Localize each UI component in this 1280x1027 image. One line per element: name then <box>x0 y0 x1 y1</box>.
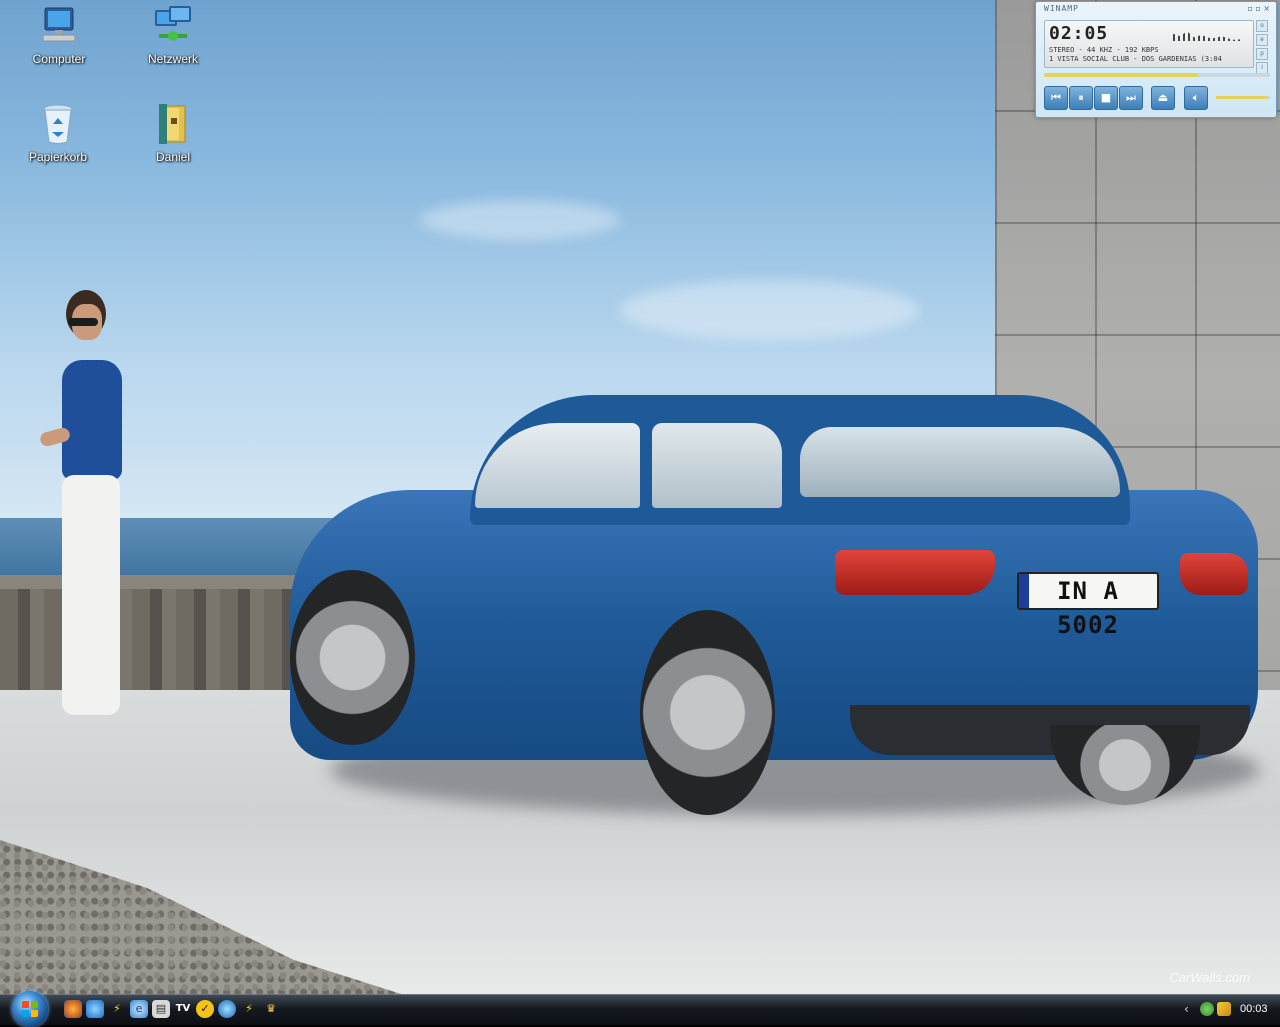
winamp-display: 02:05 STEREO - 44 KHZ - 192 KBPS 1 VISTA… <box>1044 20 1254 68</box>
firefox-icon[interactable] <box>64 1000 82 1018</box>
network-icon <box>155 6 191 41</box>
stream-info: STEREO - 44 KHZ - 192 KBPS <box>1049 46 1159 54</box>
desktop-icon-computer[interactable]: Computer <box>14 4 104 66</box>
cloud <box>620 280 920 340</box>
watermark: CarWalls.com <box>1169 970 1250 985</box>
previous-button[interactable]: ⏮ <box>1044 86 1068 110</box>
trophy-icon[interactable]: ♛ <box>262 1000 280 1018</box>
winamp-icon[interactable]: ⚡ <box>108 1000 126 1018</box>
winamp-title: WINAMP <box>1044 4 1079 13</box>
tray-expand-icon[interactable]: ‹ <box>1184 1002 1189 1016</box>
winamp-controls: ⏮ ⏸ ■ ⏭ ⏏ 🔈︎ <box>1044 86 1274 110</box>
winamp-side-buttons: o e p l <box>1256 20 1268 76</box>
stop-button[interactable]: ■ <box>1094 86 1118 110</box>
woman-figure <box>38 290 150 730</box>
winamp-player[interactable]: WINAMP ▫ ▫ × 02:05 STEREO - 44 KHZ - 192… <box>1035 1 1277 118</box>
recycle-bin-icon <box>43 104 73 144</box>
taskbar: ⚡ e ▤ TV ✓ ⚡ ♛ ‹ 00:03 <box>0 991 1280 1027</box>
playback-time[interactable]: 02:05 <box>1049 23 1108 44</box>
playlist-icon[interactable]: p <box>1256 48 1268 60</box>
seek-bar[interactable] <box>1044 73 1270 77</box>
system-tray: ‹ 00:03 <box>1180 995 1280 1025</box>
internet-icon[interactable] <box>86 1000 104 1018</box>
desktop-icon-label: Papierkorb <box>28 150 88 164</box>
winamp-tray-icon[interactable] <box>1217 1002 1231 1016</box>
start-button[interactable] <box>12 991 48 1027</box>
options-icon[interactable]: o <box>1256 20 1268 32</box>
eq-icon[interactable]: e <box>1256 34 1268 46</box>
seek-bar-fill <box>1044 73 1198 77</box>
next-button[interactable]: ⏭ <box>1119 86 1143 110</box>
minimize-icon[interactable]: ▫ <box>1247 4 1252 13</box>
network-icon[interactable] <box>218 1000 236 1018</box>
ie-icon[interactable]: e <box>130 1000 148 1018</box>
shade-icon[interactable]: ▫ <box>1255 4 1260 13</box>
winamp-icon[interactable]: ⚡ <box>240 1000 258 1018</box>
visualizer[interactable] <box>1173 31 1243 41</box>
desktop-icon-recycle-bin[interactable]: Papierkorb <box>13 102 103 164</box>
desktop-icon-network[interactable]: Netzwerk <box>128 4 218 66</box>
volume-slider[interactable] <box>1216 96 1270 99</box>
desktop-icon-label: Computer <box>32 52 86 66</box>
cloud <box>420 200 620 240</box>
explorer-icon[interactable]: ▤ <box>152 1000 170 1018</box>
winamp-window-buttons[interactable]: ▫ ▫ × <box>1247 4 1270 13</box>
license-plate: IN A 5002 <box>1017 572 1159 639</box>
winamp-titlebar[interactable]: WINAMP <box>1036 2 1276 16</box>
track-title: 1 VISTA SOCIAL CLUB - DOS GARDENIAS (3:0… <box>1049 55 1222 63</box>
desktop-icon-label: Netzwerk <box>147 52 198 66</box>
desktop-icon-label: Daniel <box>155 150 191 164</box>
pause-button[interactable]: ⏸ <box>1069 86 1093 110</box>
tv-icon[interactable]: TV <box>174 1000 192 1018</box>
car: IN A 5002 <box>290 395 1260 815</box>
desktop-icon-user-folder[interactable]: Daniel <box>128 102 218 164</box>
computer-icon <box>42 7 76 42</box>
user-folder-icon <box>159 104 186 144</box>
eject-button[interactable]: ⏏ <box>1151 86 1175 110</box>
clock[interactable]: 00:03 <box>1240 1003 1268 1015</box>
norton-icon[interactable]: ✓ <box>196 1000 214 1018</box>
close-icon[interactable]: × <box>1263 4 1270 13</box>
volume-slider-fill <box>1216 96 1268 99</box>
tray-app-icon[interactable] <box>1200 1002 1214 1016</box>
volume-icon[interactable]: 🔈︎ <box>1184 86 1208 110</box>
